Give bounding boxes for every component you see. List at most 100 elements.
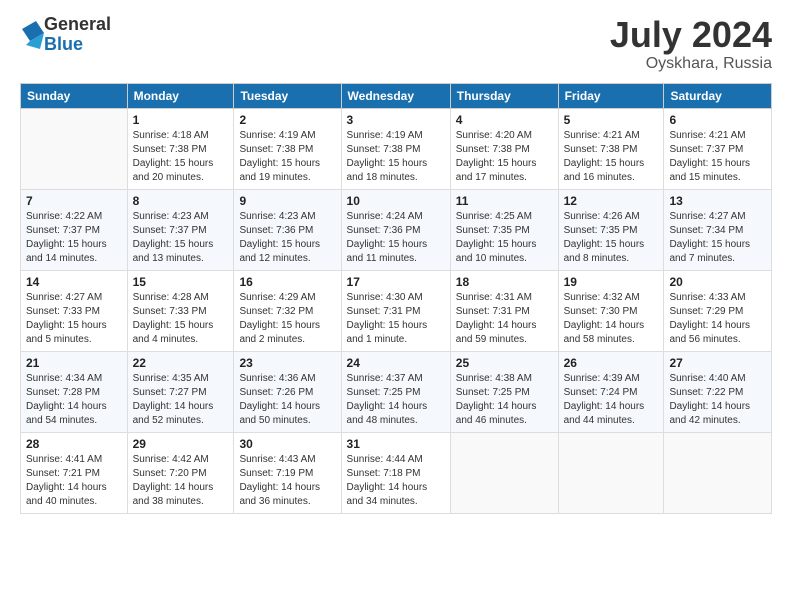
day-number: 20 xyxy=(669,275,766,289)
logo: General Blue xyxy=(20,15,111,55)
calendar-week-5: 28 Sunrise: 4:41 AM Sunset: 7:21 PM Dayli… xyxy=(21,432,772,513)
header-monday: Monday xyxy=(127,83,234,108)
day-info: Sunrise: 4:43 AM Sunset: 7:19 PM Dayligh… xyxy=(239,453,335,509)
day-info: Sunrise: 4:21 AM Sunset: 7:38 PM Dayligh… xyxy=(564,129,659,185)
calendar: Sunday Monday Tuesday Wednesday Thursday… xyxy=(20,83,772,514)
day-number: 28 xyxy=(26,437,122,451)
day-info: Sunrise: 4:34 AM Sunset: 7:28 PM Dayligh… xyxy=(26,372,122,428)
header-friday: Friday xyxy=(558,83,664,108)
day-info: Sunrise: 4:40 AM Sunset: 7:22 PM Dayligh… xyxy=(669,372,766,428)
header-tuesday: Tuesday xyxy=(234,83,341,108)
calendar-cell: 31 Sunrise: 4:44 AM Sunset: 7:18 PM Dayli… xyxy=(341,432,450,513)
calendar-cell: 23 Sunrise: 4:36 AM Sunset: 7:26 PM Dayli… xyxy=(234,351,341,432)
calendar-cell: 21 Sunrise: 4:34 AM Sunset: 7:28 PM Dayli… xyxy=(21,351,128,432)
calendar-cell xyxy=(450,432,558,513)
day-number: 12 xyxy=(564,194,659,208)
calendar-cell: 20 Sunrise: 4:33 AM Sunset: 7:29 PM Dayli… xyxy=(664,270,772,351)
calendar-cell: 18 Sunrise: 4:31 AM Sunset: 7:31 PM Dayli… xyxy=(450,270,558,351)
calendar-cell: 7Sunrise: 4:22 AM Sunset: 7:37 PM Daylig… xyxy=(21,189,128,270)
logo-general: General xyxy=(44,15,111,35)
calendar-cell: 3 Sunrise: 4:19 AM Sunset: 7:38 PM Daylig… xyxy=(341,108,450,189)
day-number: 8 xyxy=(133,194,229,208)
day-info: Sunrise: 4:42 AM Sunset: 7:20 PM Dayligh… xyxy=(133,453,229,509)
day-number: 24 xyxy=(347,356,445,370)
calendar-cell: 5Sunrise: 4:21 AM Sunset: 7:38 PM Daylig… xyxy=(558,108,664,189)
header-sunday: Sunday xyxy=(21,83,128,108)
day-info: Sunrise: 4:41 AM Sunset: 7:21 PM Dayligh… xyxy=(26,453,122,509)
day-info: Sunrise: 4:31 AM Sunset: 7:31 PM Dayligh… xyxy=(456,291,553,347)
day-info: Sunrise: 4:21 AM Sunset: 7:37 PM Dayligh… xyxy=(669,129,766,185)
calendar-cell xyxy=(21,108,128,189)
day-info: Sunrise: 4:32 AM Sunset: 7:30 PM Dayligh… xyxy=(564,291,659,347)
calendar-cell: 6 Sunrise: 4:21 AM Sunset: 7:37 PM Daylig… xyxy=(664,108,772,189)
day-number: 10 xyxy=(347,194,445,208)
day-number: 30 xyxy=(239,437,335,451)
day-info: Sunrise: 4:35 AM Sunset: 7:27 PM Dayligh… xyxy=(133,372,229,428)
day-number: 3 xyxy=(347,113,445,127)
logo-text: General Blue xyxy=(44,15,111,55)
calendar-cell: 10Sunrise: 4:24 AM Sunset: 7:36 PM Dayli… xyxy=(341,189,450,270)
title-area: July 2024 Oyskhara, Russia xyxy=(610,15,772,73)
day-info: Sunrise: 4:44 AM Sunset: 7:18 PM Dayligh… xyxy=(347,453,445,509)
day-number: 21 xyxy=(26,356,122,370)
day-info: Sunrise: 4:20 AM Sunset: 7:38 PM Dayligh… xyxy=(456,129,553,185)
day-number: 1 xyxy=(133,113,229,127)
month-title: July 2024 xyxy=(610,15,772,55)
page: General Blue July 2024 Oyskhara, Russia … xyxy=(0,0,792,612)
calendar-cell: 24 Sunrise: 4:37 AM Sunset: 7:25 PM Dayli… xyxy=(341,351,450,432)
calendar-cell: 28 Sunrise: 4:41 AM Sunset: 7:21 PM Dayli… xyxy=(21,432,128,513)
day-number: 31 xyxy=(347,437,445,451)
day-number: 15 xyxy=(133,275,229,289)
header-thursday: Thursday xyxy=(450,83,558,108)
calendar-cell: 9 Sunrise: 4:23 AM Sunset: 7:36 PM Daylig… xyxy=(234,189,341,270)
day-number: 14 xyxy=(26,275,122,289)
day-info: Sunrise: 4:23 AM Sunset: 7:37 PM Dayligh… xyxy=(133,210,229,266)
day-info: Sunrise: 4:33 AM Sunset: 7:29 PM Dayligh… xyxy=(669,291,766,347)
calendar-cell: 26 Sunrise: 4:39 AM Sunset: 7:24 PM Dayli… xyxy=(558,351,664,432)
header-wednesday: Wednesday xyxy=(341,83,450,108)
day-info: Sunrise: 4:26 AM Sunset: 7:35 PM Dayligh… xyxy=(564,210,659,266)
day-info: Sunrise: 4:37 AM Sunset: 7:25 PM Dayligh… xyxy=(347,372,445,428)
calendar-cell: 29Sunrise: 4:42 AM Sunset: 7:20 PM Dayli… xyxy=(127,432,234,513)
calendar-cell: 11Sunrise: 4:25 AM Sunset: 7:35 PM Dayli… xyxy=(450,189,558,270)
day-info: Sunrise: 4:27 AM Sunset: 7:34 PM Dayligh… xyxy=(669,210,766,266)
day-info: Sunrise: 4:18 AM Sunset: 7:38 PM Dayligh… xyxy=(133,129,229,185)
day-info: Sunrise: 4:19 AM Sunset: 7:38 PM Dayligh… xyxy=(239,129,335,185)
calendar-cell: 19Sunrise: 4:32 AM Sunset: 7:30 PM Dayli… xyxy=(558,270,664,351)
day-info: Sunrise: 4:38 AM Sunset: 7:25 PM Dayligh… xyxy=(456,372,553,428)
day-number: 4 xyxy=(456,113,553,127)
day-info: Sunrise: 4:23 AM Sunset: 7:36 PM Dayligh… xyxy=(239,210,335,266)
day-number: 9 xyxy=(239,194,335,208)
day-info: Sunrise: 4:36 AM Sunset: 7:26 PM Dayligh… xyxy=(239,372,335,428)
logo-icon xyxy=(22,21,44,49)
day-info: Sunrise: 4:30 AM Sunset: 7:31 PM Dayligh… xyxy=(347,291,445,347)
calendar-cell: 22 Sunrise: 4:35 AM Sunset: 7:27 PM Dayli… xyxy=(127,351,234,432)
calendar-cell: 27Sunrise: 4:40 AM Sunset: 7:22 PM Dayli… xyxy=(664,351,772,432)
day-number: 26 xyxy=(564,356,659,370)
day-info: Sunrise: 4:29 AM Sunset: 7:32 PM Dayligh… xyxy=(239,291,335,347)
calendar-week-2: 7Sunrise: 4:22 AM Sunset: 7:37 PM Daylig… xyxy=(21,189,772,270)
calendar-cell xyxy=(558,432,664,513)
day-number: 13 xyxy=(669,194,766,208)
day-number: 22 xyxy=(133,356,229,370)
calendar-cell: 15Sunrise: 4:28 AM Sunset: 7:33 PM Dayli… xyxy=(127,270,234,351)
day-number: 6 xyxy=(669,113,766,127)
header: General Blue July 2024 Oyskhara, Russia xyxy=(20,15,772,73)
calendar-week-3: 14 Sunrise: 4:27 AM Sunset: 7:33 PM Dayli… xyxy=(21,270,772,351)
day-number: 25 xyxy=(456,356,553,370)
day-info: Sunrise: 4:39 AM Sunset: 7:24 PM Dayligh… xyxy=(564,372,659,428)
calendar-cell: 16Sunrise: 4:29 AM Sunset: 7:32 PM Dayli… xyxy=(234,270,341,351)
header-saturday: Saturday xyxy=(664,83,772,108)
day-number: 23 xyxy=(239,356,335,370)
header-row: Sunday Monday Tuesday Wednesday Thursday… xyxy=(21,83,772,108)
calendar-cell: 8 Sunrise: 4:23 AM Sunset: 7:37 PM Daylig… xyxy=(127,189,234,270)
calendar-cell: 25 Sunrise: 4:38 AM Sunset: 7:25 PM Dayli… xyxy=(450,351,558,432)
calendar-cell: 13 Sunrise: 4:27 AM Sunset: 7:34 PM Dayli… xyxy=(664,189,772,270)
calendar-week-1: 1 Sunrise: 4:18 AM Sunset: 7:38 PM Daylig… xyxy=(21,108,772,189)
day-info: Sunrise: 4:27 AM Sunset: 7:33 PM Dayligh… xyxy=(26,291,122,347)
day-info: Sunrise: 4:19 AM Sunset: 7:38 PM Dayligh… xyxy=(347,129,445,185)
day-number: 17 xyxy=(347,275,445,289)
day-info: Sunrise: 4:22 AM Sunset: 7:37 PM Dayligh… xyxy=(26,210,122,266)
calendar-cell: 17 Sunrise: 4:30 AM Sunset: 7:31 PM Dayli… xyxy=(341,270,450,351)
day-number: 18 xyxy=(456,275,553,289)
